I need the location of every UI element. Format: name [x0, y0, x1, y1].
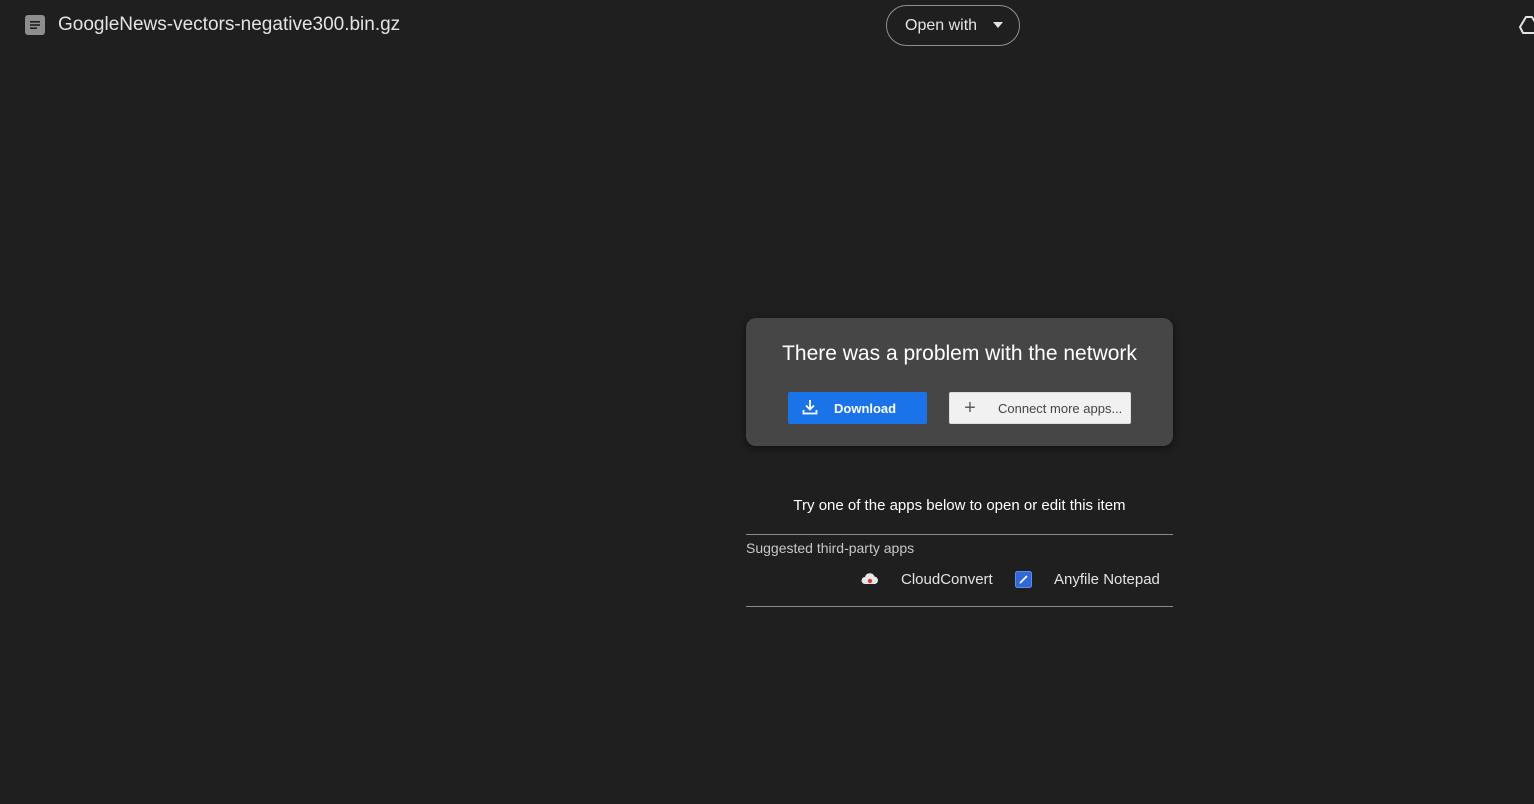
- divider: [746, 534, 1173, 535]
- error-message: There was a problem with the network: [782, 342, 1137, 365]
- top-bar: GoogleNews-vectors-negative300.bin.gz Op…: [0, 0, 1534, 50]
- caret-down-icon: [993, 22, 1003, 28]
- app-anyfile-notepad[interactable]: Anyfile Notepad: [1014, 568, 1160, 590]
- open-with-label: Open with: [905, 16, 978, 34]
- plus-icon: +: [964, 397, 976, 419]
- app-cloudconvert[interactable]: CloudConvert: [861, 568, 993, 590]
- open-with-button[interactable]: Open with: [886, 5, 1020, 46]
- error-card: There was a problem with the network Dow…: [746, 318, 1173, 446]
- cloudconvert-icon: [861, 570, 879, 588]
- divider: [746, 606, 1173, 607]
- app-name: CloudConvert: [901, 570, 993, 588]
- download-button[interactable]: Download: [788, 392, 927, 424]
- anyfile-notepad-icon: [1014, 570, 1032, 588]
- try-apps-prompt: Try one of the apps below to open or edi…: [793, 497, 1126, 514]
- add-to-drive-icon[interactable]: [1518, 12, 1534, 38]
- file-title: GoogleNews-vectors-negative300.bin.gz: [58, 14, 401, 35]
- download-label: Download: [834, 400, 897, 416]
- app-name: Anyfile Notepad: [1054, 570, 1160, 588]
- download-icon: [801, 398, 819, 419]
- text-document-icon: [25, 15, 45, 35]
- connect-more-apps-label: Connect more apps...: [998, 400, 1123, 416]
- suggested-apps-label: Suggested third-party apps: [746, 540, 915, 556]
- connect-more-apps-button[interactable]: + Connect more apps...: [949, 392, 1131, 424]
